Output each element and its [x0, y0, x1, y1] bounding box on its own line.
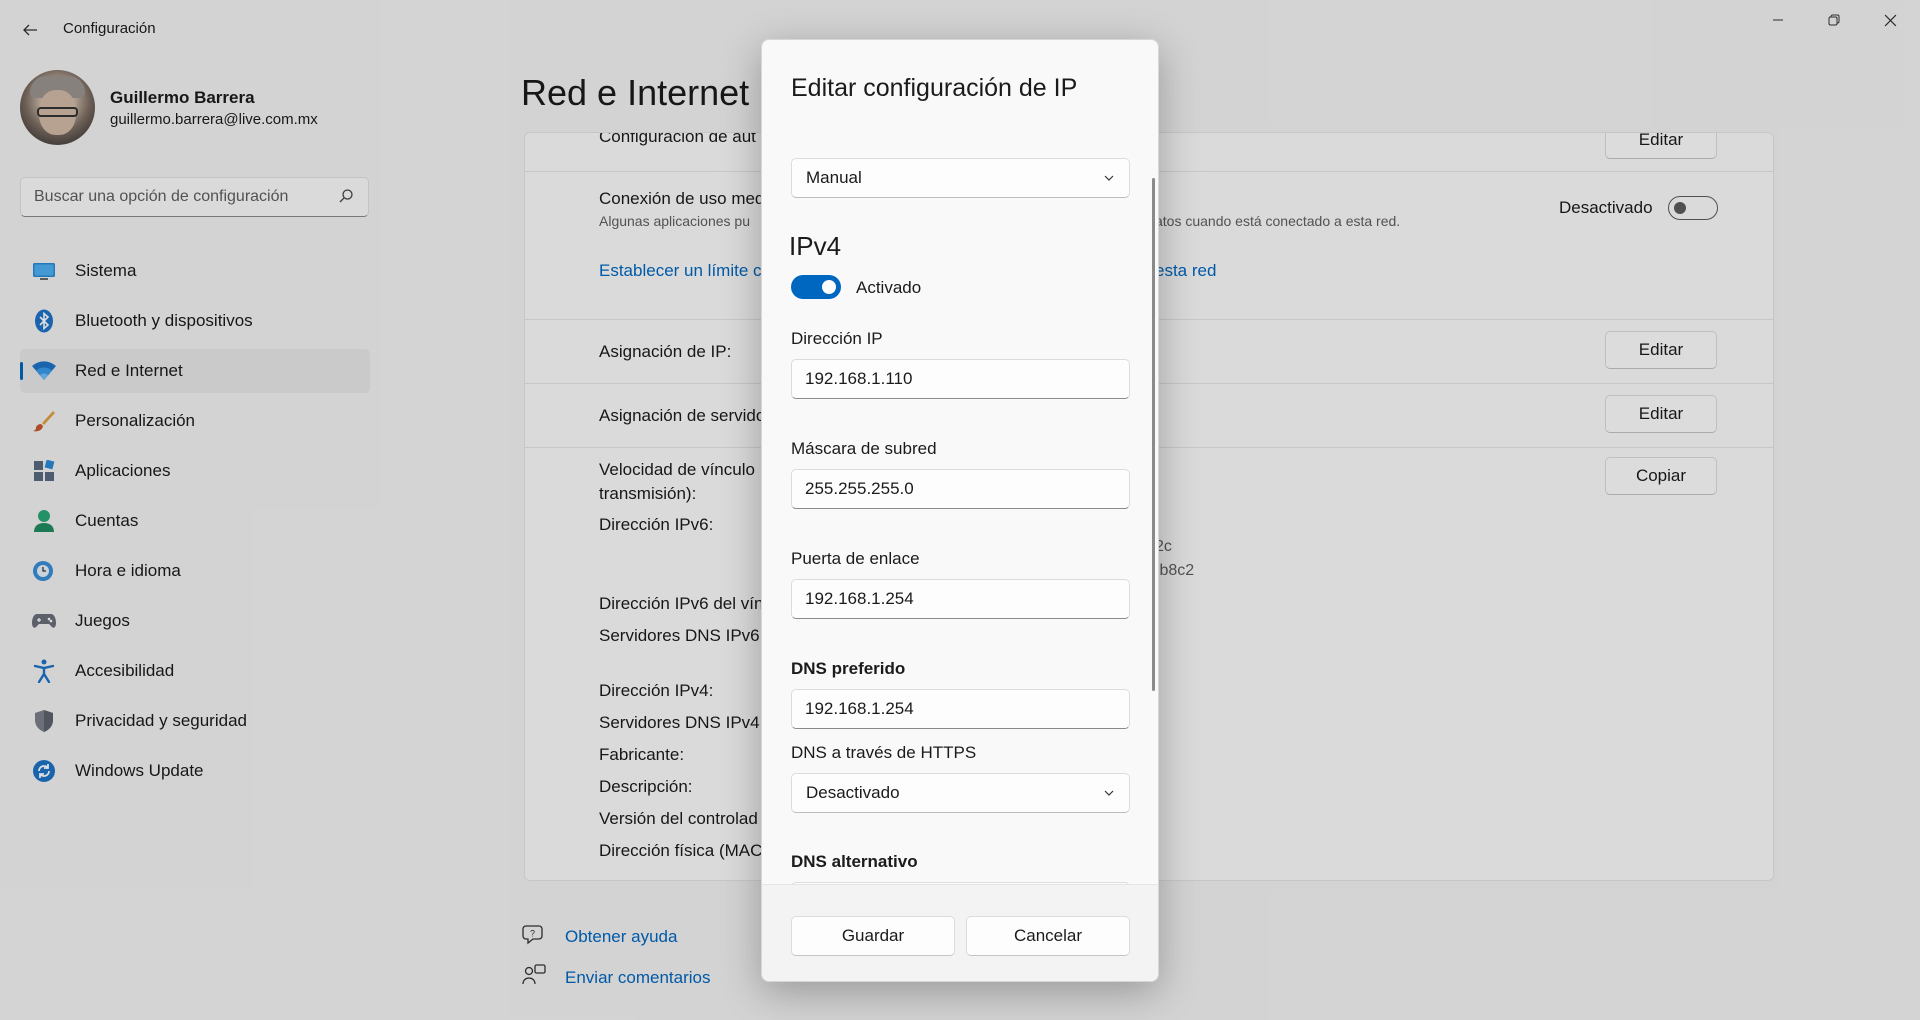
ipv4-heading: IPv4 — [789, 231, 842, 261]
chevron-down-icon — [1104, 175, 1114, 181]
preferred-dns-input[interactable] — [792, 690, 1129, 728]
dns-over-https-label: DNS a través de HTTPS — [791, 743, 977, 762]
ip-address-input[interactable] — [792, 360, 1129, 398]
preferred-dns-field[interactable] — [791, 689, 1130, 729]
subnet-mask-input[interactable] — [792, 470, 1129, 508]
gateway-field[interactable] — [791, 579, 1130, 619]
ipv4-toggle[interactable] — [791, 275, 841, 299]
chevron-down-icon — [1104, 790, 1114, 796]
subnet-mask-field[interactable] — [791, 469, 1130, 509]
alternate-dns-label: DNS alternativo — [791, 852, 918, 871]
dialog-title: Editar configuración de IP — [791, 74, 1078, 102]
dns-over-https-dropdown[interactable]: Desactivado — [791, 773, 1130, 813]
gateway-input[interactable] — [792, 580, 1129, 618]
save-button[interactable]: Guardar — [791, 916, 955, 956]
ip-address-field[interactable] — [791, 359, 1130, 399]
ip-mode-value: Manual — [806, 168, 862, 187]
cancel-button[interactable]: Cancelar — [966, 916, 1130, 956]
preferred-dns-label: DNS preferido — [791, 659, 906, 678]
dialog-scrollbar[interactable] — [1152, 178, 1155, 691]
gateway-label: Puerta de enlace — [791, 549, 920, 568]
ip-mode-dropdown[interactable]: Manual — [791, 158, 1130, 198]
dns-over-https-value: Desactivado — [806, 783, 900, 802]
dialog-footer: Guardar Cancelar — [762, 884, 1158, 981]
dialog-scroll-area[interactable]: Manual IPv4 Activado Dirección IP Máscar… — [762, 118, 1158, 884]
edit-ip-dialog: Editar configuración de IP Manual IPv4 A… — [761, 39, 1159, 982]
subnet-mask-label: Máscara de subred — [791, 439, 937, 458]
ip-address-label: Dirección IP — [791, 329, 883, 348]
ipv4-toggle-label: Activado — [856, 278, 922, 297]
